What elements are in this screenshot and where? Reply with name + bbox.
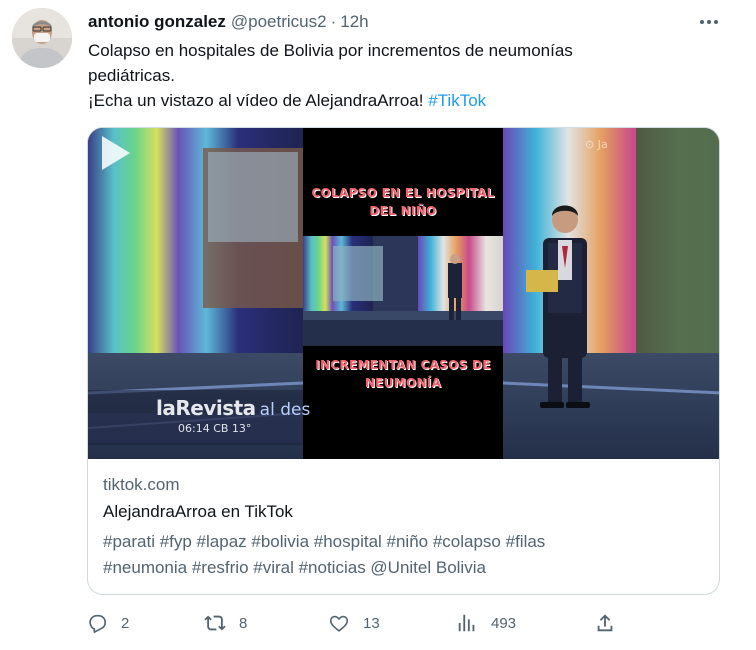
avatar[interactable] (12, 8, 72, 68)
display-name[interactable]: antonio gonzalez (88, 12, 226, 32)
video-title-bottom: INCREMENTAN CASOS DE NEUMONÍA (315, 358, 491, 390)
retweet-icon (204, 615, 226, 631)
tweet-text: Colapso en hospitales de Bolivia por inc… (88, 38, 728, 113)
retweet-button[interactable]: 8 (204, 609, 247, 637)
avatar-image (12, 8, 72, 68)
more-icon[interactable] (694, 10, 724, 34)
retweet-count: 8 (239, 614, 248, 632)
views-icon (458, 614, 475, 632)
tweet-text-line: pediátricas. (88, 66, 175, 85)
reply-icon (89, 614, 107, 633)
card-domain: tiktok.com (103, 475, 180, 494)
video-title-top: COLAPSO EN EL HOSPITAL DEL NIÑO (311, 186, 495, 218)
share-button[interactable] (594, 609, 616, 637)
tv-brand-suffix: al des (259, 400, 311, 420)
reply-count: 2 (121, 614, 130, 632)
share-icon (597, 614, 613, 632)
views-count: 493 (491, 614, 517, 632)
hashtag-link[interactable]: #TikTok (428, 91, 486, 110)
tv-lower-third: laRevista al des 06:14 CB 13° (156, 396, 311, 435)
separator-dot: · (330, 12, 337, 31)
tweet-text-line: Colapso en hospitales de Bolivia por inc… (88, 41, 573, 60)
tv-brand: laRevista (156, 396, 256, 420)
card-info[interactable]: tiktok.com AlejandraArroa en TikTok #par… (103, 474, 703, 581)
card-description: #parati #fyp #lapaz #bolivia #hospital #… (103, 529, 703, 581)
card-description-line: #parati #fyp #lapaz #bolivia #hospital #… (103, 532, 546, 551)
tweet-header: antonio gonzalez @poetricus2 · 12h (88, 11, 369, 33)
action-bar: 2 8 13 493 (86, 609, 726, 637)
like-icon (329, 615, 349, 632)
tweet-text-segment: ¡Echa un vistazo al vídeo de AlejandraAr… (88, 91, 424, 110)
link-card[interactable]: ⊙ Ja COLAPSO EN EL HOSPITAL DEL NIÑO INC… (87, 127, 720, 595)
tweet-text-line: ¡Echa un vistazo al vídeo de AlejandraAr… (88, 88, 728, 113)
video-watermark: ⊙ Ja (585, 138, 608, 151)
play-icon[interactable] (88, 128, 138, 178)
card-description-line: #neumonia #resfrio #viral #noticias @Uni… (103, 558, 486, 577)
tweet[interactable]: antonio gonzalez @poetricus2 · 12h Colap… (0, 0, 756, 650)
timestamp[interactable]: 12h (340, 12, 368, 32)
like-count: 13 (363, 614, 380, 632)
views-button[interactable]: 493 (456, 609, 516, 637)
user-handle[interactable]: @poetricus2 (231, 12, 327, 32)
video-thumbnail[interactable]: ⊙ Ja COLAPSO EN EL HOSPITAL DEL NIÑO INC… (88, 128, 719, 459)
like-button[interactable]: 13 (328, 609, 380, 637)
reply-button[interactable]: 2 (86, 609, 129, 637)
tv-meta: 06:14 CB 13° (178, 422, 252, 435)
card-title: AlejandraArroa en TikTok (103, 502, 293, 521)
